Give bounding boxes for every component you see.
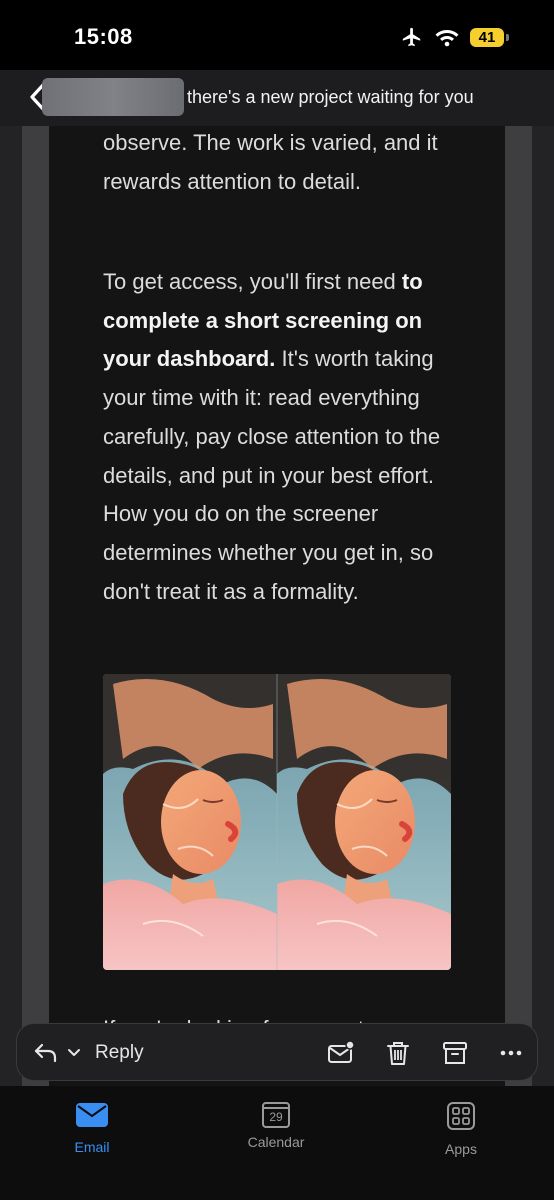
battery-indicator: 41 — [470, 27, 509, 47]
calendar-day: 29 — [269, 1110, 283, 1124]
wifi-icon — [435, 30, 459, 47]
battery-level: 41 — [478, 28, 496, 46]
bottom-tab-bar: Email 29 Calendar Apps — [0, 1086, 554, 1200]
right-margin — [505, 126, 532, 1086]
calendar-icon: 29 — [262, 1102, 290, 1128]
chevron-down-icon[interactable] — [67, 1048, 81, 1058]
email-subject: there's a new project waiting for you — [187, 87, 474, 107]
status-bar: 15:08 41 — [0, 0, 554, 70]
tab-apps[interactable]: Apps — [401, 1102, 521, 1157]
tab-email[interactable]: Email — [32, 1102, 152, 1155]
email-header: there's a new project waiting for you — [0, 70, 554, 126]
paragraph-2-end: It's worth taking your time with it: rea… — [103, 346, 441, 604]
email-body-viewport[interactable]: observe. The work is varied, and it rewa… — [0, 126, 554, 1086]
status-time: 15:08 — [74, 24, 133, 49]
apps-grid-icon — [447, 1102, 475, 1130]
tab-apps-label: Apps — [445, 1141, 477, 1157]
paragraph-2: To get access, you'll first need to comp… — [103, 263, 463, 611]
tab-calendar[interactable]: 29 Calendar — [216, 1102, 336, 1150]
trash-icon[interactable] — [384, 1039, 412, 1067]
left-margin — [22, 126, 49, 1086]
paragraph-1: observe. The work is varied, and it rewa… — [103, 130, 438, 194]
airplane-icon — [402, 27, 421, 47]
envelope-icon — [76, 1103, 108, 1127]
more-icon[interactable] — [497, 1039, 525, 1067]
mark-unread-icon[interactable] — [327, 1039, 355, 1067]
paragraph-2-start: To get access, you'll first need — [103, 269, 402, 294]
reply-label: Reply — [95, 1042, 144, 1063]
blurred-sender-name — [42, 78, 184, 116]
email-action-bar: Reply — [16, 1023, 538, 1081]
tab-calendar-label: Calendar — [247, 1134, 305, 1150]
reply-button[interactable]: Reply — [33, 1024, 144, 1082]
archive-icon[interactable] — [441, 1039, 469, 1067]
tab-email-label: Email — [74, 1139, 110, 1155]
email-image — [103, 674, 451, 970]
reply-arrow-icon — [34, 1043, 57, 1063]
status-icons: 41 — [400, 26, 509, 48]
